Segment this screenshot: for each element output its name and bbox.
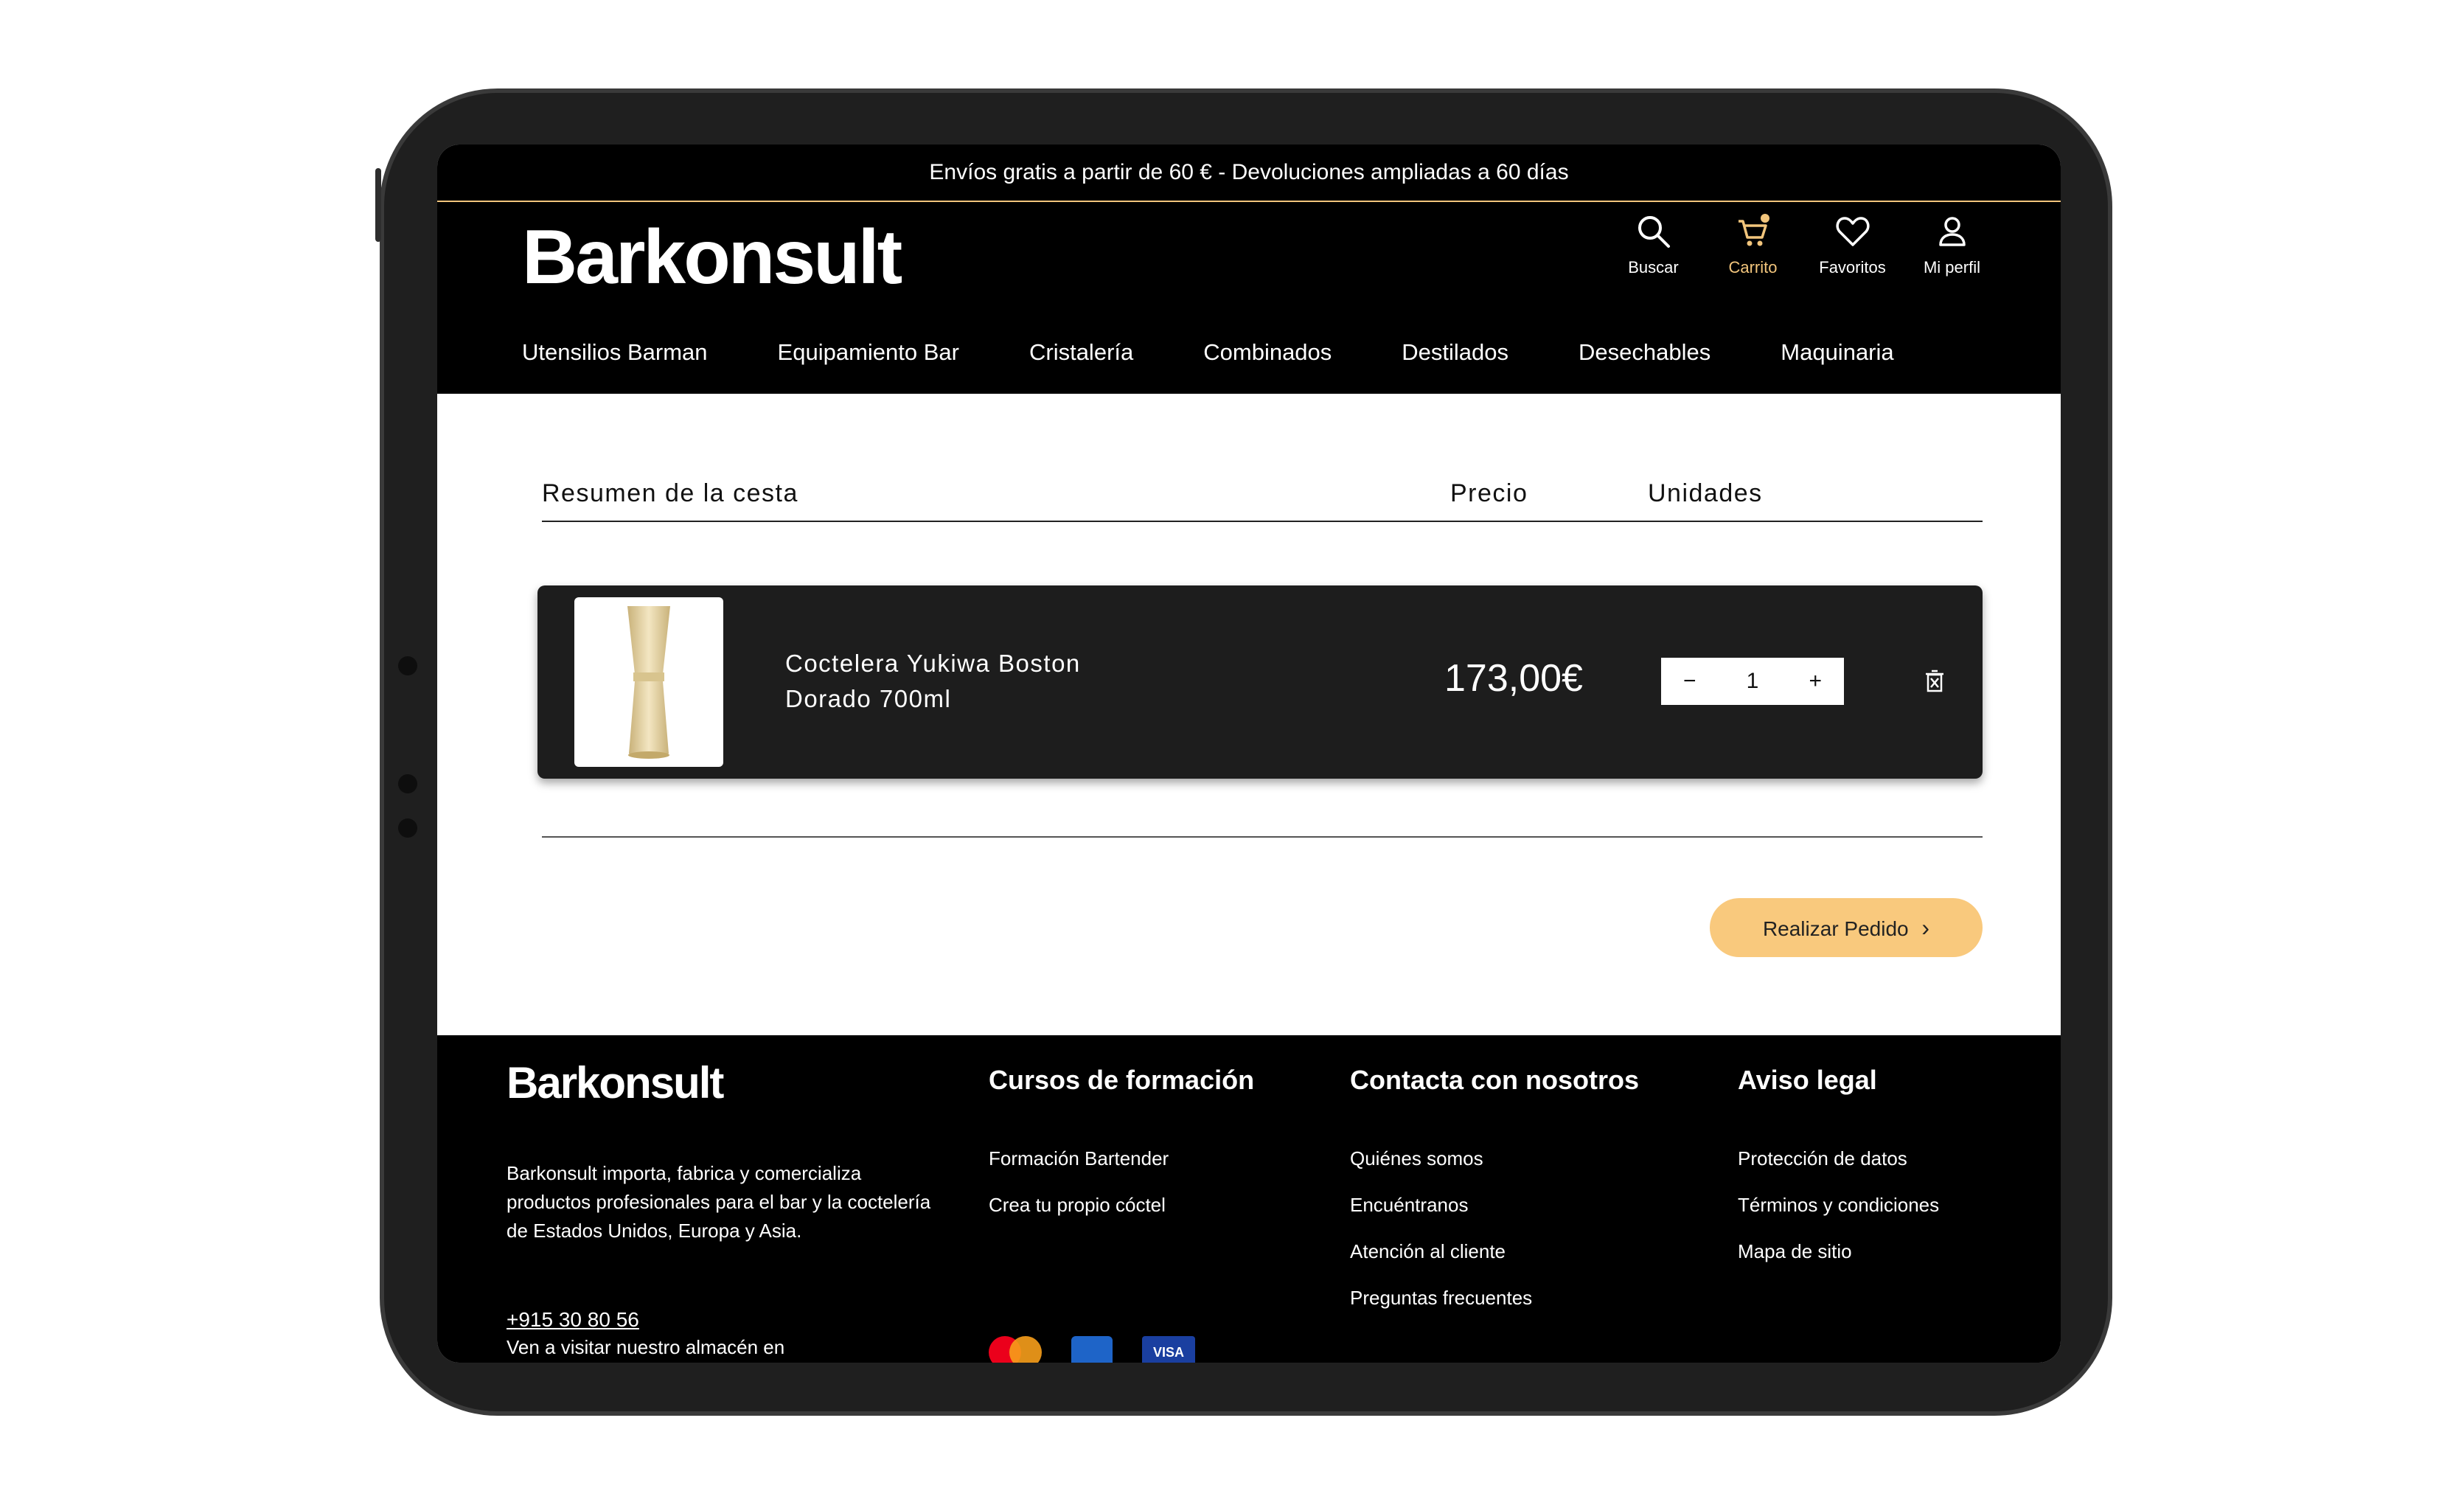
nav-item-destilados[interactable]: Destilados <box>1402 339 1508 366</box>
main-nav: Utensilios Barman Equipamiento Bar Crist… <box>522 339 1964 366</box>
cart-badge <box>1760 214 1769 223</box>
nav-item-maquinaria[interactable]: Maquinaria <box>1781 339 1893 366</box>
units-column-header: Unidades <box>1648 479 1763 507</box>
search-label: Buscar <box>1628 258 1679 277</box>
footer-col-legal: Aviso legal Protección de datos Términos… <box>1738 1065 1939 1287</box>
trash-icon <box>1926 670 1943 692</box>
cart-label: Carrito <box>1728 258 1778 277</box>
user-icon <box>1938 217 1966 246</box>
footer-description: Barkonsult importa, fabrica y comerciali… <box>507 1162 931 1242</box>
footer-link[interactable]: Atención al cliente <box>1350 1240 1639 1263</box>
heart-icon <box>1835 217 1870 246</box>
checkout-button[interactable]: Realizar Pedido › <box>1710 898 1983 957</box>
remove-item-button[interactable] <box>1924 670 1946 697</box>
nav-item-desechables[interactable]: Desechables <box>1579 339 1710 366</box>
quantity-stepper: − 1 + <box>1661 658 1844 705</box>
footer-link[interactable]: Términos y condiciones <box>1738 1194 1939 1217</box>
product-price: 173,00€ <box>1444 657 1583 700</box>
search-icon <box>1638 216 1670 248</box>
visa-icon: VISA <box>1142 1336 1195 1363</box>
cart-icon <box>1738 214 1769 246</box>
favorites-button[interactable]: Favoritos <box>1803 212 1902 277</box>
site-logo[interactable]: Barkonsult <box>522 217 902 298</box>
product-name[interactable]: Coctelera Yukiwa Boston Dorado 700ml <box>785 646 1154 717</box>
promo-banner: Envíos gratis a partir de 60 € - Devoluc… <box>437 145 2061 202</box>
tablet-sensor <box>398 656 417 675</box>
footer-col-title: Aviso legal <box>1738 1065 1877 1095</box>
footer-col-contact: Contacta con nosotros Quiénes somos Encu… <box>1350 1065 1639 1333</box>
footer-logo[interactable]: Barkonsult <box>507 1057 724 1108</box>
search-button[interactable]: Buscar <box>1604 212 1703 277</box>
nav-item-utensilios[interactable]: Utensilios Barman <box>522 339 708 366</box>
footer-phone[interactable]: +915 30 80 56 <box>507 1308 639 1332</box>
decrease-quantity-button[interactable]: − <box>1683 669 1696 694</box>
footer-link[interactable]: Preguntas frecuentes <box>1350 1287 1639 1310</box>
footer-visit-text: Ven a visitar nuestro almacén en <box>507 1336 785 1358</box>
quantity-value[interactable]: 1 <box>1747 669 1759 694</box>
nav-item-combinados[interactable]: Combinados <box>1203 339 1332 366</box>
profile-label: Mi perfil <box>1923 258 1980 277</box>
price-column-header: Precio <box>1450 479 1528 507</box>
cart-item: Coctelera Yukiwa Boston Dorado 700ml 173… <box>537 585 1983 779</box>
nav-item-equipamiento[interactable]: Equipamiento Bar <box>778 339 959 366</box>
screen: Envíos gratis a partir de 60 € - Devoluc… <box>437 145 2061 1363</box>
payment-methods: VISA <box>989 1336 1195 1363</box>
chevron-right-icon: › <box>1921 914 1930 941</box>
footer-col-title: Contacta con nosotros <box>1350 1065 1640 1095</box>
checkout-label: Realizar Pedido <box>1762 917 1909 940</box>
footer-link[interactable]: Protección de datos <box>1738 1147 1939 1170</box>
header-icons: Buscar Carrito Favoritos Mi perfil <box>1604 212 2002 277</box>
cart-button[interactable]: Carrito <box>1703 212 1803 277</box>
shaker-image <box>627 606 670 759</box>
cart-summary-header: Resumen de la cesta Precio Unidades <box>542 479 1983 522</box>
profile-button[interactable]: Mi perfil <box>1902 212 2002 277</box>
footer-col-title: Cursos de formación <box>989 1065 1255 1095</box>
footer-link[interactable]: Encuéntranos <box>1350 1194 1639 1217</box>
site-header: Barkonsult Buscar Carrito Favoritos Mi p… <box>437 202 2061 394</box>
paypal-icon <box>1071 1336 1113 1363</box>
product-image[interactable] <box>574 597 723 767</box>
footer-link[interactable]: Mapa de sitio <box>1738 1240 1939 1263</box>
favorites-label: Favoritos <box>1819 258 1886 277</box>
footer-link[interactable]: Quiénes somos <box>1350 1147 1639 1170</box>
mastercard-icon <box>989 1336 1042 1363</box>
tablet-sensor <box>398 818 417 838</box>
footer-link[interactable]: Formación Bartender <box>989 1147 1254 1170</box>
footer-col-courses: Cursos de formación Formación Bartender … <box>989 1065 1254 1240</box>
cart-divider <box>542 836 1983 838</box>
increase-quantity-button[interactable]: + <box>1809 669 1822 694</box>
tablet-side-button <box>375 168 381 242</box>
summary-title: Resumen de la cesta <box>542 479 798 507</box>
footer-link[interactable]: Crea tu propio cóctel <box>989 1194 1254 1217</box>
nav-item-cristaleria[interactable]: Cristalería <box>1029 339 1133 366</box>
site-footer: Barkonsult Barkonsult importa, fabrica y… <box>437 1035 2061 1363</box>
tablet-sensor <box>398 774 417 793</box>
